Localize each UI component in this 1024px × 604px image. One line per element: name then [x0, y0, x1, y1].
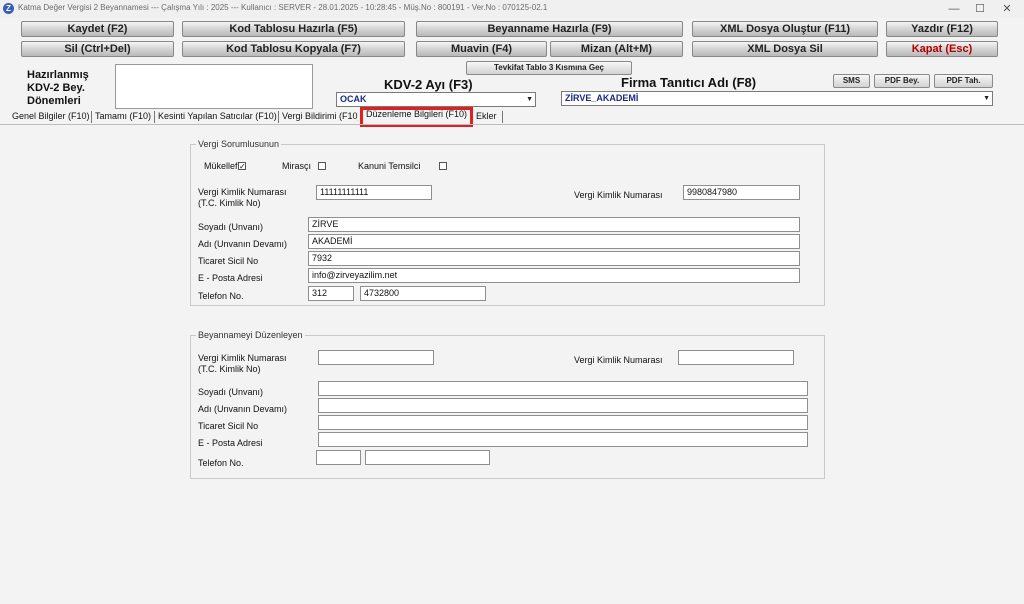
preparer-phone-area-code-field[interactable]	[316, 450, 361, 465]
preparer-vkn-label: Vergi Kimlik Numarası	[574, 355, 663, 365]
heir-label: Mirasçı	[282, 161, 311, 171]
vkn-field[interactable]: 9980847980	[683, 185, 800, 200]
preparer-name-field[interactable]	[318, 398, 808, 413]
title-bar: Z Katma Değer Vergisi 2 Beyannamesi --- …	[0, 0, 1024, 18]
kdv2-month-select[interactable]: OCAK ▼	[336, 92, 536, 107]
phone-label: Telefon No.	[198, 291, 244, 301]
muavin-button[interactable]: Muavin (F4)	[416, 41, 547, 57]
preparer-title: Beyannameyi Düzenleyen	[196, 330, 305, 340]
preparer-trade-registry-label: Ticaret Sicil No	[198, 421, 259, 431]
pdf-accrual-button[interactable]: PDF Tah.	[934, 74, 993, 88]
tab-separator	[502, 111, 503, 123]
kdv2-month-value: OCAK	[340, 94, 367, 104]
legal-rep-label: Kanuni Temsilci	[358, 161, 421, 171]
tax-responsible-title: Vergi Sorumlusunun	[196, 139, 282, 149]
preparer-vkn-field[interactable]	[678, 350, 794, 365]
name-label: Adı (Unvanın Devamı)	[198, 239, 288, 249]
prepared-periods-list[interactable]	[115, 64, 313, 109]
preparer-surname-field[interactable]	[318, 381, 808, 396]
surname-label: Soyadı (Unvanı)	[198, 222, 264, 232]
tab-deducted-sellers[interactable]: Kesinti Yapılan Satıcılar (F10)	[156, 109, 279, 124]
tab-tax-notification[interactable]: Vergi Bildirimi (F10)	[280, 109, 358, 124]
preparer-tckn-label: Vergi Kimlik Numarası (T.C. Kimlik No)	[198, 353, 287, 375]
prepared-label-line3: Dönemleri	[27, 95, 81, 107]
preparer-phone-number-field[interactable]	[365, 450, 490, 465]
delete-button[interactable]: Sil (Ctrl+Del)	[21, 41, 174, 57]
window-title: Katma Değer Vergisi 2 Beyannamesi --- Ça…	[18, 3, 548, 12]
save-button[interactable]: Kaydet (F2)	[21, 21, 174, 37]
tckn-label-line2: (T.C. Kimlik No)	[198, 198, 261, 208]
tab-all[interactable]: Tamamı (F10)	[93, 109, 153, 124]
taxpayer-label: Mükellef	[204, 161, 238, 171]
tab-separator	[91, 111, 92, 123]
minimize-icon[interactable]: —	[946, 2, 962, 16]
preparer-trade-registry-field[interactable]	[318, 415, 808, 430]
print-button[interactable]: Yazdır (F12)	[886, 21, 998, 37]
trade-registry-label: Ticaret Sicil No	[198, 256, 259, 266]
company-label: Firma Tanıtıcı Adı (F8)	[621, 75, 757, 90]
copy-code-table-button[interactable]: Kod Tablosu Kopyala (F7)	[182, 41, 405, 57]
app-logo-icon: Z	[3, 3, 14, 14]
legal-rep-checkbox[interactable]	[439, 162, 447, 170]
surname-field[interactable]: ZİRVE	[308, 217, 800, 232]
chevron-down-icon: ▼	[526, 96, 533, 103]
name-field[interactable]: AKADEMİ	[308, 234, 800, 249]
tevkifat-button[interactable]: Tevkifat Tablo 3 Kısmına Geç	[466, 61, 632, 75]
tckn-label: Vergi Kimlik Numarası (T.C. Kimlik No)	[198, 187, 287, 209]
delete-xml-button[interactable]: XML Dosya Sil	[692, 41, 878, 57]
preparer-tckn-label-line1: Vergi Kimlik Numarası	[198, 353, 287, 363]
taxpayer-checkbox[interactable]: ✓	[238, 162, 246, 171]
preparer-name-label: Adı (Unvanın Devamı)	[198, 404, 288, 414]
heir-checkbox[interactable]	[318, 162, 326, 170]
vkn-label: Vergi Kimlik Numarası	[574, 190, 663, 200]
tab-attachments[interactable]: Ekler	[474, 109, 499, 124]
phone-number-field[interactable]: 4732800	[360, 286, 486, 301]
prepared-label-line2: KDV-2 Bey.	[27, 82, 85, 94]
tab-separator	[154, 111, 155, 123]
trade-registry-field[interactable]: 7932	[308, 251, 800, 266]
maximize-icon[interactable]: ☐	[972, 2, 988, 16]
company-value: ZİRVE_AKADEMİ	[565, 93, 639, 103]
tab-separator	[278, 111, 279, 123]
company-select[interactable]: ZİRVE_AKADEMİ ▼	[561, 91, 993, 106]
phone-area-code-field[interactable]: 312	[308, 286, 354, 301]
close-window-icon[interactable]: ✕	[999, 2, 1015, 16]
preparer-phone-label: Telefon No.	[198, 458, 244, 468]
mizan-button[interactable]: Mizan (Alt+M)	[550, 41, 683, 57]
tckn-label-line1: Vergi Kimlik Numarası	[198, 187, 287, 197]
create-xml-button[interactable]: XML Dosya Oluştur (F11)	[692, 21, 878, 37]
kdv2-month-label: KDV-2 Ayı (F3)	[384, 77, 473, 92]
preparer-email-label: E - Posta Adresi	[198, 438, 263, 448]
prepared-label-line1: Hazırlanmış	[27, 69, 89, 81]
tckn-field[interactable]: 11111111111	[316, 185, 432, 200]
prepared-label: Hazırlanmış KDV-2 Bey. Dönemleri	[27, 69, 89, 108]
prepare-declaration-button[interactable]: Beyanname Hazırla (F9)	[416, 21, 683, 37]
close-button[interactable]: Kapat (Esc)	[886, 41, 998, 57]
pdf-declaration-button[interactable]: PDF Bey.	[874, 74, 930, 88]
sms-button[interactable]: SMS	[833, 74, 870, 88]
tab-general-info[interactable]: Genel Bilgiler (F10)	[10, 109, 92, 124]
preparer-tckn-field[interactable]	[318, 350, 434, 365]
prepare-code-table-button[interactable]: Kod Tablosu Hazırla (F5)	[182, 21, 405, 37]
email-label: E - Posta Adresi	[198, 273, 263, 283]
tab-underline	[0, 124, 1024, 125]
preparer-surname-label: Soyadı (Unvanı)	[198, 387, 264, 397]
email-field[interactable]: info@zirveyazilim.net	[308, 268, 800, 283]
preparer-email-field[interactable]	[318, 432, 808, 447]
preparer-tckn-label-line2: (T.C. Kimlik No)	[198, 364, 261, 374]
chevron-down-icon: ▼	[983, 95, 990, 102]
